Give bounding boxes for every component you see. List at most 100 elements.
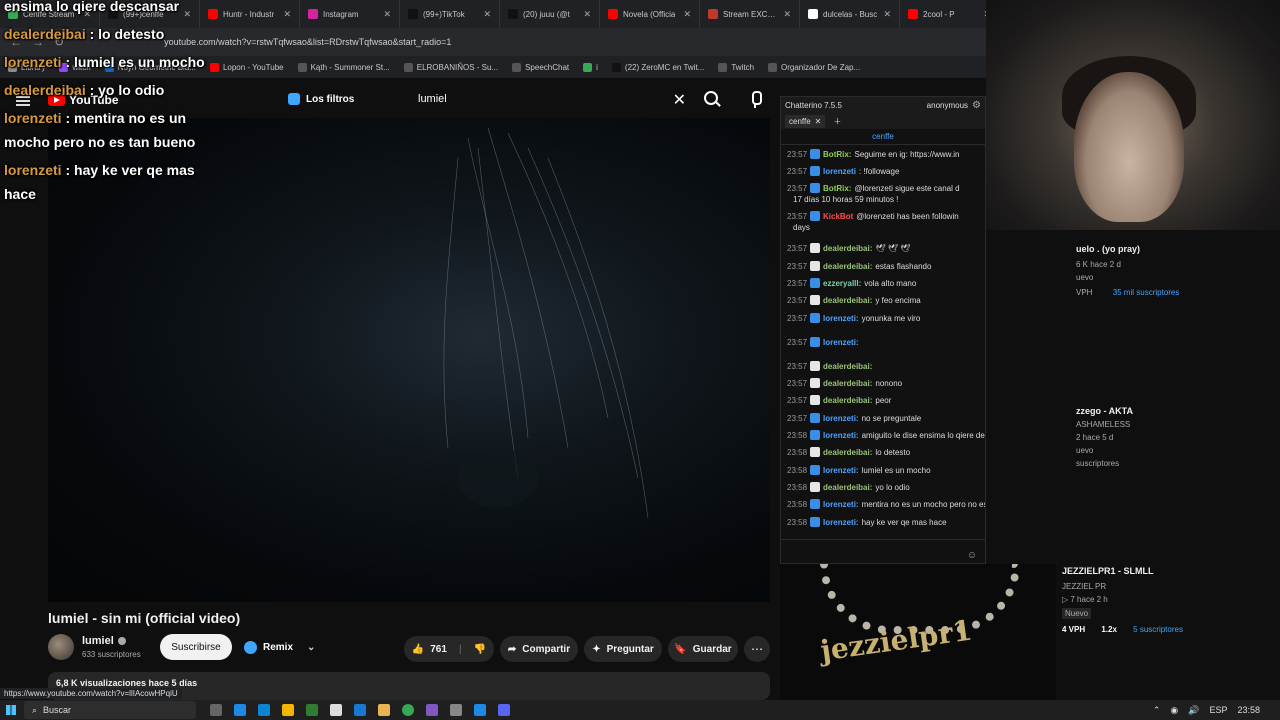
file-explorer-icon[interactable] bbox=[282, 704, 294, 716]
chatterino-taskbar-icon[interactable] bbox=[474, 704, 486, 716]
discord-icon[interactable] bbox=[498, 704, 510, 716]
chevron-up-icon[interactable]: ⌃ bbox=[1153, 705, 1161, 716]
chat-message[interactable]: 23:57 dealerdeibai: 🕊 🕊 🕊 bbox=[787, 243, 985, 253]
bookmark-item[interactable]: ELROBANIÑOS - Su... bbox=[403, 62, 498, 72]
taskbar-search[interactable]: ⌕ Buscar bbox=[24, 701, 196, 719]
message-username[interactable]: lorenzeti: bbox=[823, 431, 859, 440]
message-username[interactable]: lorenzeti: bbox=[823, 500, 859, 509]
close-icon[interactable]: ✕ bbox=[883, 9, 891, 20]
mail-icon[interactable] bbox=[354, 704, 366, 716]
bookmark-item[interactable]: Twitch bbox=[718, 62, 754, 72]
search-input[interactable]: lumiel ✕ bbox=[408, 86, 698, 112]
add-tab-icon[interactable]: ＋ bbox=[833, 116, 841, 127]
chat-message[interactable]: 23:58 lorenzeti: mentira no es un mocho pe… bbox=[787, 499, 985, 509]
recommendation-card[interactable]: JEZZIELPR1 - SLMLL JEZZIEL PR ▷ 7 hace 2… bbox=[1062, 566, 1272, 700]
chrome-icon[interactable] bbox=[402, 704, 414, 716]
message-username[interactable]: lorenzeti: bbox=[823, 518, 859, 527]
bookmark-item[interactable]: Kąth - Summoner St... bbox=[297, 62, 390, 72]
avatar[interactable] bbox=[48, 634, 74, 660]
search-icon[interactable] bbox=[700, 88, 724, 110]
share-button[interactable]: ➦ Compartir bbox=[500, 636, 578, 662]
video-player[interactable] bbox=[48, 118, 770, 602]
folder-icon[interactable] bbox=[378, 704, 390, 716]
message-username[interactable]: lorenzeti: bbox=[823, 338, 859, 347]
settings-icon[interactable] bbox=[450, 704, 462, 716]
chat-message[interactable]: 17 días 10 horas 59 minutos ! bbox=[787, 195, 985, 204]
message-username[interactable]: dealerdeibai: bbox=[823, 244, 872, 253]
browser-tab[interactable]: Novela (Officia ✕ bbox=[600, 0, 700, 28]
filters-button[interactable]: Los filtros bbox=[288, 91, 354, 107]
chat-input[interactable]: ☺ bbox=[781, 539, 985, 563]
app-icon[interactable] bbox=[426, 704, 438, 716]
message-username[interactable]: lorenzeti: bbox=[823, 314, 859, 323]
copilot-icon[interactable] bbox=[234, 704, 246, 716]
chat-message[interactable]: 23:58 lorenzeti: lumiel es un mocho bbox=[787, 465, 985, 475]
language-indicator[interactable]: ESP bbox=[1209, 705, 1227, 715]
close-icon[interactable]: ✕ bbox=[683, 9, 691, 20]
close-icon[interactable]: ✕ bbox=[483, 9, 491, 20]
emoji-icon[interactable]: ☺ bbox=[967, 550, 977, 561]
close-icon[interactable]: ✕ bbox=[783, 9, 791, 20]
chevron-down-icon[interactable]: ⌄ bbox=[307, 642, 315, 653]
chat-message[interactable]: 23:57 lorenzeti: yonunka me viro bbox=[787, 313, 985, 323]
browser-tab[interactable]: (99+)TikTok ✕ bbox=[400, 0, 500, 28]
xbox-icon[interactable] bbox=[306, 704, 318, 716]
chat-message[interactable]: 23:57 dealerdeibai: peor bbox=[787, 395, 985, 405]
message-username[interactable]: KickBot bbox=[823, 212, 853, 221]
chat-message[interactable]: 23:57 lorenzeti: !followage bbox=[787, 166, 985, 176]
message-username[interactable]: dealerdeibai: bbox=[823, 483, 872, 492]
subscribe-button[interactable]: Suscribirse bbox=[160, 634, 232, 660]
chat-message[interactable]: 23:57 ezzeryalll: vola alto mano bbox=[787, 278, 985, 288]
message-username[interactable]: BotRix: bbox=[823, 150, 851, 159]
chat-message[interactable]: 23:57 dealerdeibai: bbox=[787, 361, 985, 371]
message-username[interactable]: dealerdeibai: bbox=[823, 262, 872, 271]
windows-start-icon[interactable] bbox=[0, 700, 22, 720]
browser-tab[interactable]: Huntr - Industr ✕ bbox=[200, 0, 300, 28]
microphone-icon[interactable] bbox=[740, 86, 770, 112]
recommendation-card[interactable]: uelo . (yo pray) 6 K hace 2 d uevo VPH 3… bbox=[1076, 244, 1276, 297]
network-icon[interactable]: ◉ bbox=[1170, 705, 1178, 716]
close-icon[interactable]: ✕ bbox=[583, 9, 591, 20]
close-icon[interactable]: ✕ bbox=[673, 90, 686, 110]
chatterino-messages[interactable]: 23:57 BotRix: Seguime en ig: https://www.i… bbox=[781, 145, 985, 545]
message-username[interactable]: dealerdeibai: bbox=[823, 362, 872, 371]
chat-message[interactable]: 23:57 dealerdeibai: nonono bbox=[787, 378, 985, 388]
dislike-icon[interactable]: 👎 bbox=[474, 644, 486, 655]
browser-tab[interactable]: dulcelas - Busc ✕ bbox=[800, 0, 900, 28]
channel-name[interactable]: lumiel bbox=[82, 635, 126, 647]
close-icon[interactable]: ✕ bbox=[815, 117, 822, 126]
like-icon[interactable]: 👍 bbox=[412, 644, 424, 655]
message-username[interactable]: dealerdeibai: bbox=[823, 379, 872, 388]
chat-message[interactable]: 23:57 lorenzeti: bbox=[787, 337, 985, 347]
task-view-icon[interactable] bbox=[210, 704, 222, 716]
message-username[interactable]: lorenzeti bbox=[823, 167, 856, 176]
browser-tab[interactable]: 2cool - P✕ bbox=[900, 0, 990, 28]
chat-message[interactable]: days bbox=[787, 223, 985, 232]
recommendation-card[interactable]: zzego - AKTA ASHAMELESS 2 hace 5 d uevo … bbox=[1076, 406, 1276, 468]
bookmark-item[interactable]: SpeechChat bbox=[512, 62, 569, 72]
chat-message[interactable]: 23:58 dealerdeibai: lo detesto bbox=[787, 447, 985, 457]
url-text[interactable]: youtube.com/watch?v=rstwTqfwsao&list=RDr… bbox=[164, 37, 451, 47]
more-options-icon[interactable]: ⋯ bbox=[744, 636, 770, 662]
chat-message[interactable]: 23:57 lorenzeti: no se preguntale bbox=[787, 413, 985, 423]
close-icon[interactable]: ✕ bbox=[283, 9, 291, 20]
message-username[interactable]: BotRix: bbox=[823, 184, 851, 193]
save-button[interactable]: 🔖 Guardar bbox=[668, 636, 738, 662]
bookmark-item[interactable]: Lopon - YouTube bbox=[209, 62, 284, 72]
message-username[interactable]: dealerdeibai: bbox=[823, 396, 872, 405]
close-icon[interactable]: ✕ bbox=[183, 9, 191, 20]
message-username[interactable]: dealerdeibai: bbox=[823, 296, 872, 305]
clock[interactable]: 23:58 bbox=[1237, 705, 1260, 715]
chat-message[interactable]: 23:58 lorenzeti: hay ke ver qe mas hace bbox=[787, 517, 985, 527]
bookmark-item[interactable]: i bbox=[583, 62, 598, 72]
message-username[interactable]: lorenzeti: bbox=[823, 466, 859, 475]
chat-message[interactable]: 23:58 dealerdeibai: yo lo odio bbox=[787, 482, 985, 492]
like-count[interactable]: 761 bbox=[430, 644, 447, 655]
bookmark-item[interactable]: (22) ZeroMC en Twit... bbox=[611, 62, 704, 72]
close-icon[interactable]: ✕ bbox=[383, 9, 391, 20]
message-username[interactable]: ezzeryalll: bbox=[823, 279, 861, 288]
gear-icon[interactable]: ⚙ bbox=[972, 100, 981, 111]
chatterino-window[interactable]: Chatterino 7.5.5 anonymous ⚙ cenffe ✕ ＋ … bbox=[780, 96, 986, 564]
message-username[interactable]: dealerdeibai: bbox=[823, 448, 872, 457]
chat-message[interactable]: 23:57 KickBot @lorenzeti has been followin bbox=[787, 211, 985, 221]
